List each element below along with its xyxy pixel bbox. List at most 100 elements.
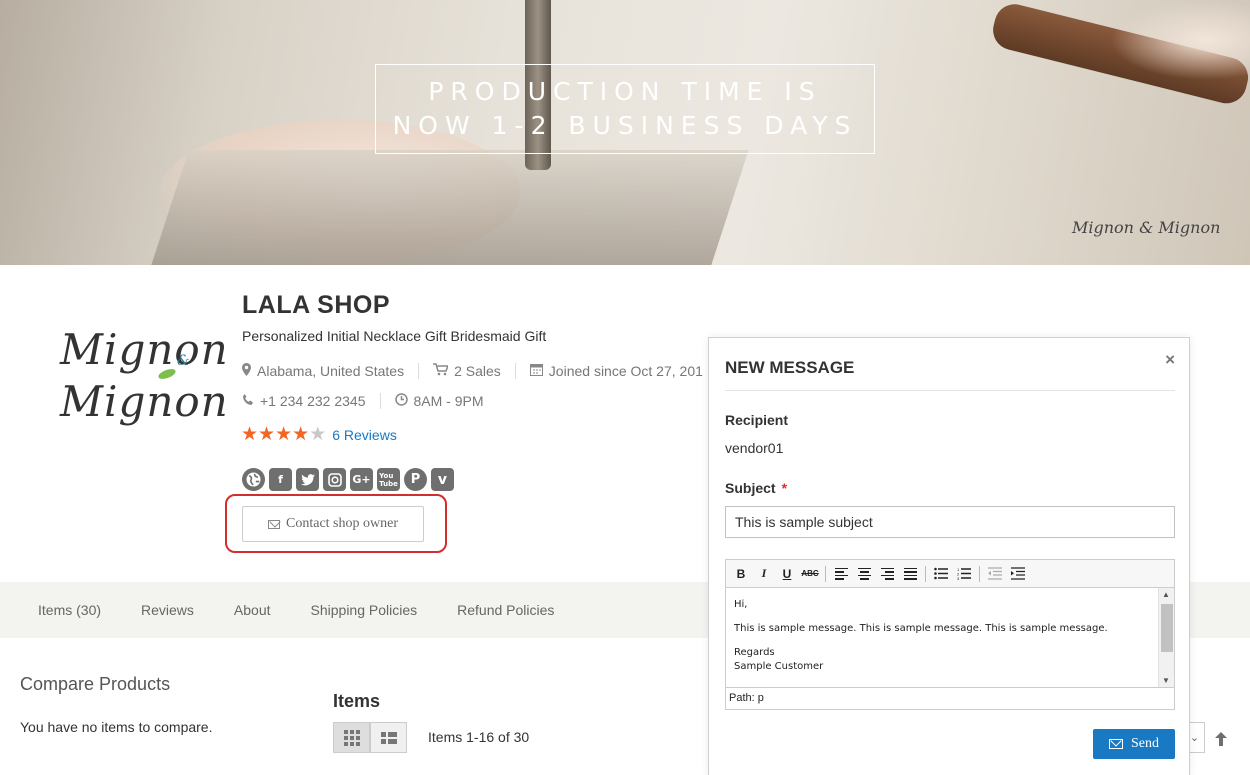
social-links: f G+ You Tube P v (242, 468, 454, 491)
banner-photo-block (151, 150, 749, 265)
pinterest-icon[interactable]: P (404, 468, 427, 491)
editor-path-bar: Path: p (726, 687, 1174, 709)
message-body[interactable]: Hi, This is sample message. This is samp… (726, 588, 1158, 687)
toolbar-separator (925, 565, 926, 582)
vimeo-icon[interactable]: v (431, 468, 454, 491)
shop-location: Alabama, United States (257, 363, 405, 379)
banner-line-2: NOW 1-2 BUSINESS DAYS (392, 111, 858, 140)
banner-signature-logo: Mignon & Mignon (1072, 218, 1221, 237)
shop-banner: PRODUCTION TIME IS NOW 1-2 BUSINESS DAYS… (0, 0, 1250, 265)
subject-input[interactable] (725, 506, 1175, 538)
shop-phone: +1 234 232 2345 (260, 393, 366, 409)
shop-tagline: Personalized Initial Necklace Gift Bride… (242, 328, 547, 344)
align-right-button[interactable] (877, 564, 897, 584)
list-view-button[interactable] (370, 722, 407, 753)
shop-hours: 8AM - 9PM (413, 393, 484, 409)
bullet-list-button[interactable] (931, 564, 951, 584)
strikethrough-button[interactable]: ABC (800, 564, 820, 584)
tab-shipping-policies[interactable]: Shipping Policies (311, 602, 418, 618)
logo-word-2: Mignon (60, 377, 229, 426)
clock-icon (394, 393, 408, 409)
contact-button-label: Contact shop owner (286, 516, 398, 531)
banner-line-1: PRODUCTION TIME IS (428, 77, 822, 106)
logo-ampersand: & (177, 353, 190, 369)
meta-divider (418, 363, 420, 379)
svg-text:3: 3 (957, 576, 960, 580)
toolbar-separator (979, 565, 980, 582)
tab-reviews[interactable]: Reviews (141, 602, 194, 618)
subject-label-text: Subject (725, 480, 776, 496)
shop-sales: 2 Sales (454, 363, 501, 379)
recipient-value: vendor01 (725, 440, 784, 456)
editor-scrollbar[interactable]: ▲ ▼ (1158, 588, 1174, 687)
instagram-icon[interactable] (323, 468, 346, 491)
align-left-button[interactable] (831, 564, 851, 584)
shop-page: PRODUCTION TIME IS NOW 1-2 BUSINESS DAYS… (0, 0, 1250, 775)
star-icon-filled: ★ (258, 424, 276, 445)
modal-divider (725, 390, 1175, 391)
google-plus-icon[interactable]: G+ (350, 468, 373, 491)
message-signature: Sample Customer (734, 661, 824, 672)
contact-shop-owner-button[interactable]: Contact shop owner (242, 506, 424, 542)
send-button-label: Send (1131, 736, 1159, 751)
message-greeting: Hi, (734, 599, 748, 610)
logo-word-1: Mignon (60, 325, 229, 374)
close-icon[interactable]: × (1165, 350, 1175, 370)
meta-divider (514, 363, 516, 379)
cart-icon (433, 363, 450, 379)
star-icon-filled: ★ (275, 424, 293, 445)
italic-button[interactable]: I (754, 564, 774, 584)
message-text: This is sample message. This is sample m… (734, 623, 1108, 634)
meta-divider (379, 393, 381, 409)
align-center-button[interactable] (854, 564, 874, 584)
tab-items[interactable]: Items (30) (38, 602, 101, 618)
subject-label: Subject * (725, 480, 787, 496)
map-marker-icon (242, 363, 251, 379)
envelope-icon (1109, 739, 1123, 749)
reviews-link[interactable]: 6 Reviews (332, 427, 397, 443)
editor-toolbar: B I U ABC 123 (726, 560, 1174, 588)
toolbar-separator (825, 565, 826, 582)
shop-rating: ★ ★ ★ ★ ★ 6 Reviews (241, 424, 397, 445)
star-icon-filled: ★ (292, 424, 310, 445)
shop-name: LALA SHOP (242, 291, 391, 319)
modal-title: NEW MESSAGE (725, 358, 855, 377)
underline-button[interactable]: U (777, 564, 797, 584)
outdent-button[interactable] (985, 564, 1005, 584)
grid-view-button[interactable] (333, 722, 370, 753)
items-count: Items 1-16 of 30 (428, 729, 530, 745)
bold-button[interactable]: B (731, 564, 751, 584)
shop-meta-row-1: Alabama, United States 2 Sales Joined si… (242, 363, 703, 379)
globe-icon[interactable] (242, 468, 265, 491)
youtube-icon[interactable]: You Tube (377, 468, 400, 491)
shop-meta-row-2: +1 234 232 2345 8AM - 9PM (242, 393, 484, 409)
calendar-icon (529, 363, 543, 379)
scroll-up-icon[interactable]: ▲ (1162, 590, 1170, 599)
star-icon-filled: ★ (241, 424, 259, 445)
twitter-icon[interactable] (296, 468, 319, 491)
scrollbar-thumb[interactable] (1161, 604, 1173, 652)
required-mark: * (781, 480, 788, 496)
numbered-list-button[interactable]: 123 (954, 564, 974, 584)
indent-button[interactable] (1008, 564, 1028, 584)
recipient-label: Recipient (725, 412, 789, 428)
items-title: Items (333, 691, 381, 711)
grid-icon (343, 729, 360, 746)
shop-logo: Mignon & Mignon (55, 325, 228, 440)
tab-about[interactable]: About (234, 602, 271, 618)
facebook-icon[interactable]: f (269, 468, 292, 491)
message-editor: B I U ABC 123 Hi, This is sample message… (725, 559, 1175, 710)
sort-direction-icon[interactable] (1215, 732, 1227, 749)
envelope-icon (268, 519, 280, 529)
banner-photo-hand-right (1110, 0, 1250, 80)
list-icon (380, 731, 397, 744)
compare-products-title: Compare Products (20, 674, 171, 694)
view-mode-toggle (333, 722, 407, 753)
new-message-modal: NEW MESSAGE × Recipient vendor01 Subject… (708, 337, 1190, 775)
align-justify-button[interactable] (900, 564, 920, 584)
send-button[interactable]: Send (1093, 729, 1175, 759)
message-regards: Regards (734, 647, 775, 658)
tab-refund-policies[interactable]: Refund Policies (457, 602, 554, 618)
phone-icon (242, 393, 254, 409)
scroll-down-icon[interactable]: ▼ (1162, 676, 1170, 685)
